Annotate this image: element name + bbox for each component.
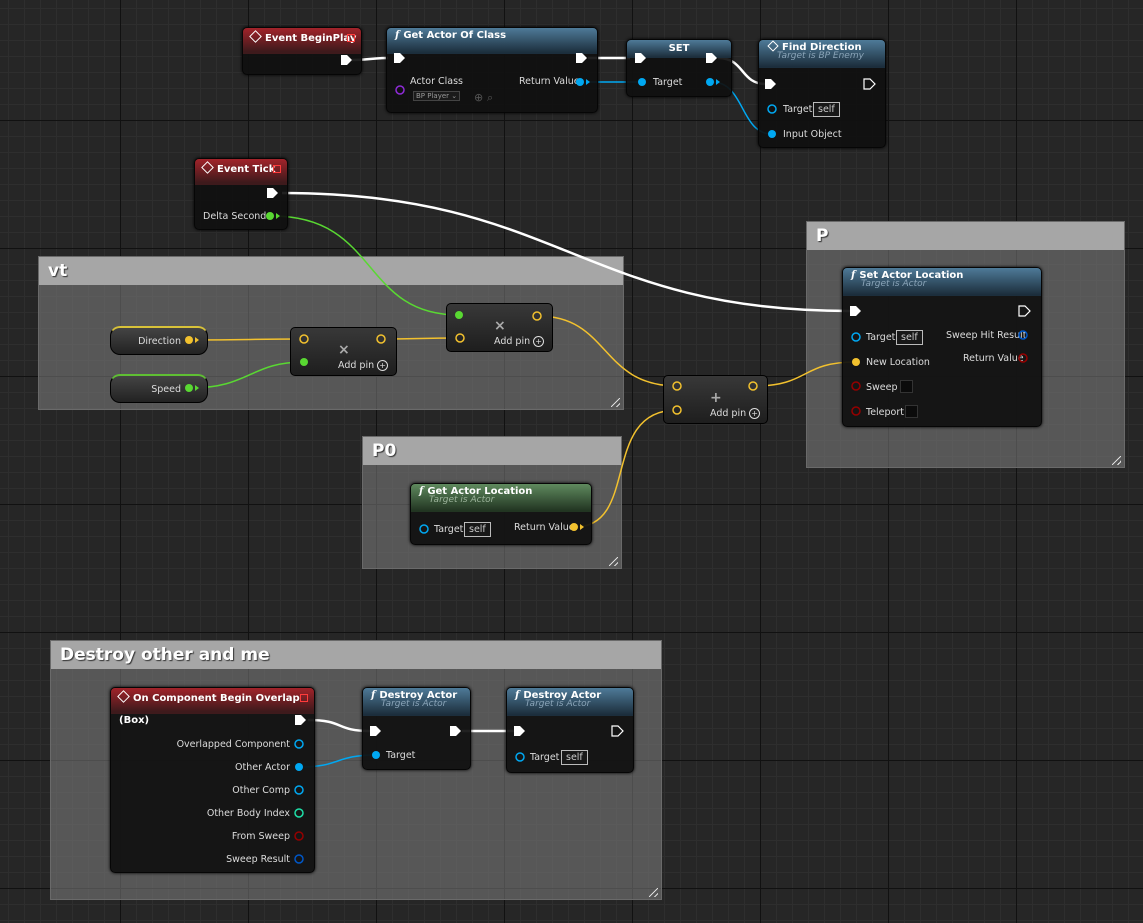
pin-arrow-icon [580,524,584,530]
output-pin[interactable] [532,311,542,321]
other-comp-pin[interactable] [294,785,304,795]
exec-in-pin[interactable] [635,53,646,63]
exec-out-pin[interactable] [267,188,278,198]
delta-seconds-pin[interactable] [266,212,274,220]
other-actor-pin[interactable] [295,763,303,771]
target-pin[interactable] [515,752,525,762]
direction-pin[interactable] [185,336,193,344]
input-a-pin[interactable] [455,311,463,319]
pin-arrow-icon [276,213,280,219]
speed-pin[interactable] [185,384,193,392]
exec-in-pin[interactable] [850,306,861,316]
exec-out-pin[interactable] [863,78,876,90]
exec-out-pin[interactable] [706,53,717,63]
sweep-result-pin[interactable] [294,854,304,864]
input-b-pin[interactable] [672,405,682,415]
input-a-pin[interactable] [672,381,682,391]
input-b-pin[interactable] [455,333,465,343]
target-pin[interactable] [767,104,777,114]
exec-out-pin[interactable] [611,725,624,737]
output-pin[interactable] [748,381,758,391]
from-sweep-pin[interactable] [294,831,304,841]
target-pin[interactable] [372,751,380,759]
exec-out-pin[interactable] [295,715,306,725]
input-b-pin[interactable] [300,358,308,366]
sweep-pin[interactable] [851,381,861,391]
pin-arrow-icon [716,79,720,85]
return-value-pin[interactable] [1018,353,1028,363]
target-pin[interactable] [638,78,646,86]
overlapped-component-pin[interactable] [294,739,304,749]
target-pin[interactable] [851,332,861,342]
input-a-pin[interactable] [299,334,309,344]
sweep-hit-result-pin[interactable] [1018,330,1028,340]
return-value-pin[interactable] [570,523,578,531]
class-pin[interactable] [395,85,405,95]
pin-arrow-icon [195,385,199,391]
exec-out-pin[interactable] [341,55,352,65]
new-location-pin[interactable] [852,358,860,366]
exec-in-pin[interactable] [370,726,381,736]
pin-arrow-icon [195,337,199,343]
pin-arrow-icon [586,79,590,85]
exec-in-pin[interactable] [765,79,776,89]
teleport-pin[interactable] [851,406,861,416]
pins-layer [185,53,1031,864]
output-pin[interactable] [376,334,386,344]
exec-out-pin[interactable] [1018,305,1031,317]
exec-out-pin[interactable] [576,53,587,63]
other-body-index-pin[interactable] [294,808,304,818]
exec-out-pin[interactable] [450,726,461,736]
output-pin[interactable] [706,78,714,86]
return-value-pin[interactable] [576,78,584,86]
target-pin[interactable] [419,524,429,534]
exec-in-pin[interactable] [394,53,405,63]
exec-in-pin[interactable] [514,726,525,736]
input-object-pin[interactable] [768,130,776,138]
